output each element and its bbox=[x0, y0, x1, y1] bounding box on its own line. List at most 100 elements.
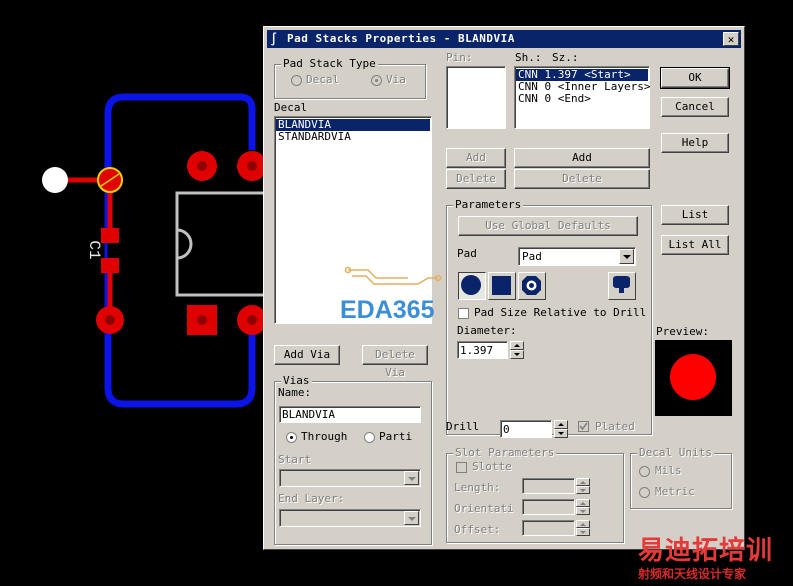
slot-length-input[interactable] bbox=[522, 478, 575, 494]
add-layer-button[interactable]: Add bbox=[514, 148, 650, 168]
slotted-checkbox[interactable] bbox=[456, 462, 467, 473]
stack-item[interactable]: CNN 0 <End> bbox=[516, 93, 648, 105]
diameter-spinner[interactable] bbox=[510, 341, 524, 359]
dialog-title: Pad Stacks Properties - BLANDVIA bbox=[287, 32, 515, 45]
plated-label: Plated bbox=[595, 420, 635, 433]
preview-label: Preview: bbox=[656, 325, 709, 338]
preview-canvas bbox=[655, 340, 732, 416]
slot-offset-input[interactable] bbox=[522, 520, 575, 536]
vias-group: Vias Name: BLANDVIA Through Parti Start … bbox=[274, 374, 432, 545]
use-global-defaults-button[interactable]: Use Global Defaults bbox=[458, 216, 638, 236]
list-all-button[interactable]: List All bbox=[661, 235, 729, 255]
plated-checkbox[interactable] bbox=[578, 421, 589, 432]
drill-spinner[interactable] bbox=[554, 420, 568, 438]
metric-radio[interactable] bbox=[639, 487, 650, 498]
chevron-down-icon[interactable] bbox=[619, 249, 634, 264]
spin-up-icon[interactable] bbox=[576, 499, 590, 507]
title-bar[interactable]: ∫ Pad Stacks Properties - BLANDVIA ✕ bbox=[267, 30, 741, 48]
via-radio-dot bbox=[375, 79, 378, 82]
help-button[interactable]: Help bbox=[661, 133, 729, 153]
start-layer-combo[interactable] bbox=[279, 469, 421, 487]
pad-hole bbox=[105, 315, 115, 325]
chevron-down-icon[interactable] bbox=[404, 471, 419, 485]
board-outline-top bbox=[104, 93, 256, 150]
close-button[interactable]: ✕ bbox=[723, 32, 739, 46]
list-button[interactable]: List bbox=[661, 205, 729, 225]
slot-length-spinner[interactable] bbox=[576, 478, 590, 494]
component-ref: C1 bbox=[85, 240, 103, 259]
spin-down-icon[interactable] bbox=[576, 486, 590, 494]
via-name-input[interactable]: BLANDVIA bbox=[279, 406, 421, 423]
pin-list[interactable] bbox=[446, 66, 506, 129]
delete-pin-button[interactable]: Delete bbox=[446, 169, 506, 189]
chevron-down-icon[interactable] bbox=[404, 511, 419, 525]
slot-orientation-input[interactable] bbox=[522, 499, 575, 515]
slot-parameters-legend: Slot Parameters bbox=[453, 446, 557, 459]
shape-annular-button[interactable] bbox=[518, 272, 546, 300]
metric-radio-label: Metric bbox=[655, 485, 695, 498]
spin-down-icon[interactable] bbox=[576, 528, 590, 536]
spin-down-icon[interactable] bbox=[554, 429, 568, 438]
decal-radio-label: Decal bbox=[306, 73, 340, 86]
spin-down-icon[interactable] bbox=[510, 350, 524, 359]
pad-stack-type-legend: Pad Stack Type bbox=[281, 57, 378, 70]
delete-layer-button[interactable]: Delete bbox=[514, 169, 650, 189]
stack-list[interactable]: CNN 1.397 <Start> CNN 0 <Inner Layers> C… bbox=[514, 66, 650, 129]
partial-radio-label: Parti bbox=[379, 430, 413, 443]
eda365-watermark: EDA365 bbox=[340, 296, 435, 324]
spin-up-icon[interactable] bbox=[510, 341, 524, 350]
pad-hole bbox=[247, 161, 257, 171]
cap-pad-2 bbox=[101, 258, 119, 273]
end-layer-combo[interactable] bbox=[279, 509, 421, 527]
slot-offset-label: Offset: bbox=[454, 523, 501, 536]
shape-odd-button[interactable] bbox=[608, 272, 636, 300]
mils-radio-label: Mils bbox=[655, 464, 682, 477]
pad-layer-value: Pad bbox=[522, 250, 542, 263]
checkmark-icon bbox=[579, 422, 588, 431]
start-layer-label: Start bbox=[278, 453, 312, 466]
delete-via-button[interactable]: Delete Via bbox=[362, 345, 428, 379]
shape-square-button[interactable] bbox=[488, 272, 516, 300]
spin-up-icon[interactable] bbox=[576, 478, 590, 486]
through-radio-label: Through bbox=[301, 430, 348, 443]
drill-input[interactable]: 0 bbox=[500, 420, 552, 438]
decal-item[interactable]: STANDARDVIA bbox=[276, 131, 430, 143]
corner-watermark-subtitle: 射频和天线设计专家 bbox=[638, 567, 747, 581]
through-radio-dot bbox=[290, 436, 293, 439]
pad-size-relative-checkbox[interactable] bbox=[458, 308, 469, 319]
add-via-button[interactable]: Add Via bbox=[274, 345, 340, 365]
ok-button[interactable]: OK bbox=[660, 67, 730, 89]
mils-radio[interactable] bbox=[639, 466, 650, 477]
diameter-value: 1.397 bbox=[460, 344, 494, 357]
through-radio[interactable] bbox=[286, 432, 297, 443]
spin-up-icon[interactable] bbox=[576, 520, 590, 528]
parameters-group: Parameters Use Global Defaults Pad Pad P… bbox=[446, 198, 652, 435]
pad-hole bbox=[247, 315, 257, 325]
square-shape-icon bbox=[492, 276, 511, 295]
pad-stacks-dialog: ∫ Pad Stacks Properties - BLANDVIA ✕ Pad… bbox=[263, 26, 745, 550]
add-pin-button[interactable]: Add bbox=[446, 148, 506, 168]
pad-hole bbox=[197, 161, 207, 171]
corner-watermark-title: 易迪拓培训 bbox=[638, 535, 774, 565]
sz-label: Sz.: bbox=[552, 51, 579, 64]
round-shape-icon bbox=[461, 275, 481, 295]
slot-offset-spinner[interactable] bbox=[576, 520, 590, 536]
slot-orientation-label: Orientati bbox=[454, 502, 514, 515]
sh-label: Sh.: bbox=[515, 51, 542, 64]
pad-layer-combo[interactable]: Pad bbox=[518, 247, 636, 266]
corner-watermark: 易迪拓培训 射频和天线设计专家 bbox=[638, 530, 792, 582]
spin-up-icon[interactable] bbox=[554, 420, 568, 429]
app-icon: ∫ bbox=[270, 32, 278, 46]
slot-orientation-spinner[interactable] bbox=[576, 499, 590, 515]
via-name-label: Name: bbox=[278, 386, 312, 399]
partial-radio[interactable] bbox=[364, 432, 375, 443]
pad-label: Pad bbox=[457, 247, 477, 260]
cancel-button[interactable]: Cancel bbox=[661, 97, 729, 117]
odd-shape-icon bbox=[613, 276, 630, 293]
silk-notch bbox=[176, 228, 193, 260]
shape-round-button[interactable] bbox=[458, 272, 486, 300]
spin-down-icon[interactable] bbox=[576, 507, 590, 515]
via-radio[interactable] bbox=[371, 75, 382, 86]
diameter-input[interactable]: 1.397 bbox=[457, 341, 508, 359]
decal-radio[interactable] bbox=[291, 75, 302, 86]
